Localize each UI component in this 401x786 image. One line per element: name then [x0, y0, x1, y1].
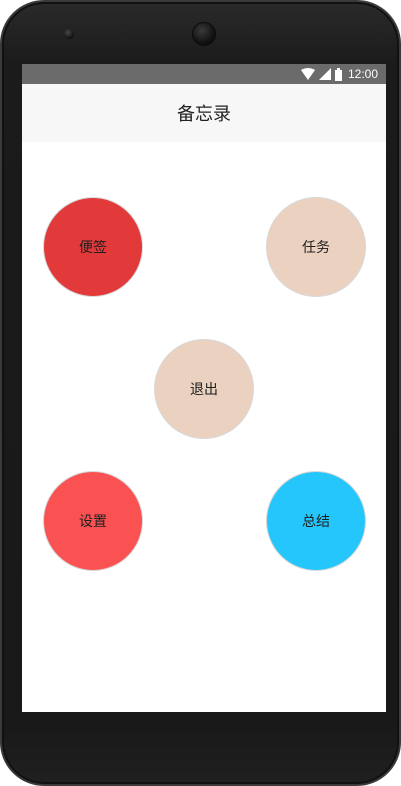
earpiece-speaker [192, 22, 216, 46]
summary-button-label: 总结 [302, 514, 330, 530]
exit-button[interactable]: 退出 [154, 339, 254, 439]
battery-icon [334, 67, 342, 81]
phone-frame: 12:00 备忘录 便签 任务 退出 设置 总结 [0, 0, 401, 786]
screen: 12:00 备忘录 便签 任务 退出 设置 总结 [22, 64, 386, 712]
status-icons: 12:00 [300, 67, 378, 81]
wifi-icon [300, 68, 315, 80]
clock: 12:00 [347, 67, 378, 81]
note-button-label: 便签 [79, 240, 107, 256]
summary-button[interactable]: 总结 [266, 471, 366, 571]
exit-button-label: 退出 [190, 382, 218, 398]
task-button-label: 任务 [302, 240, 330, 256]
signal-icon [318, 68, 331, 80]
status-bar: 12:00 [22, 64, 386, 84]
settings-button-label: 设置 [79, 514, 107, 530]
task-button[interactable]: 任务 [266, 197, 366, 297]
app-bar: 备忘录 [22, 84, 386, 142]
app-title: 备忘录 [177, 104, 231, 125]
front-camera [64, 29, 74, 39]
note-button[interactable]: 便签 [43, 197, 143, 297]
settings-button[interactable]: 设置 [43, 471, 143, 571]
